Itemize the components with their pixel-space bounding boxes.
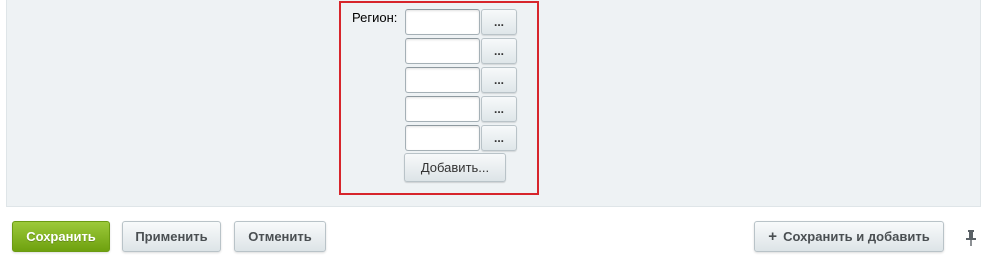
add-region-button[interactable]: Добавить... xyxy=(404,153,506,182)
region-input[interactable] xyxy=(405,96,480,122)
cancel-button[interactable]: Отменить xyxy=(234,221,326,252)
region-picker-button[interactable]: ... xyxy=(481,96,517,122)
plus-icon: + xyxy=(768,228,778,245)
save-and-add-button[interactable]: + Сохранить и добавить xyxy=(754,221,944,252)
region-row: ... xyxy=(405,67,517,93)
region-input[interactable] xyxy=(405,9,480,35)
region-row: ... xyxy=(405,9,517,35)
save-and-add-label: Сохранить и добавить xyxy=(783,229,930,244)
pin-icon[interactable] xyxy=(964,229,978,247)
region-row: ... xyxy=(405,125,517,151)
region-picker-button[interactable]: ... xyxy=(481,38,517,64)
region-input[interactable] xyxy=(405,38,480,64)
page: Регион: ... ... ... ... ... Добавить... … xyxy=(0,0,997,264)
region-label: Регион: xyxy=(352,10,398,25)
region-input[interactable] xyxy=(405,67,480,93)
region-row: ... xyxy=(405,38,517,64)
region-row: ... xyxy=(405,96,517,122)
region-input[interactable] xyxy=(405,125,480,151)
region-picker-button[interactable]: ... xyxy=(481,9,517,35)
region-picker-button[interactable]: ... xyxy=(481,67,517,93)
region-picker-button[interactable]: ... xyxy=(481,125,517,151)
save-button[interactable]: Сохранить xyxy=(12,221,110,252)
apply-button[interactable]: Применить xyxy=(122,221,221,252)
